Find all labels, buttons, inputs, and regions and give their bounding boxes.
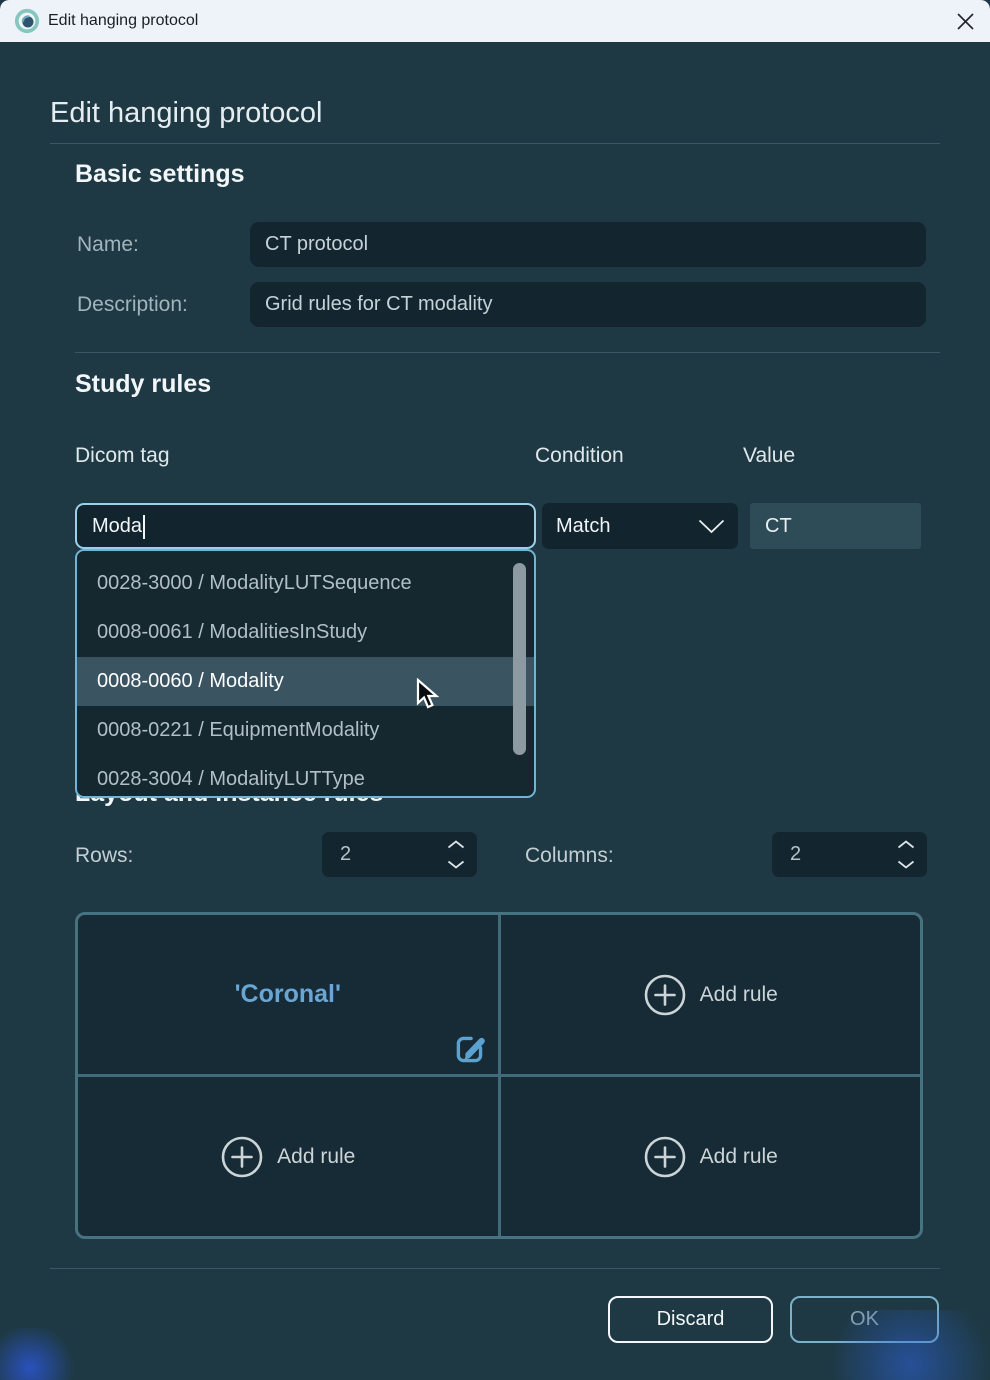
bottom-left-glow <box>0 1328 85 1380</box>
grid-cell-coronal[interactable]: 'Coronal' <box>78 915 498 1074</box>
dicom-tag-input[interactable]: Moda <box>75 503 536 549</box>
close-icon <box>957 13 974 30</box>
dicom-tag-dropdown: 0028-3000 / ModalityLUTSequence 0008-006… <box>75 549 536 798</box>
columns-label: Columns: <box>525 844 614 868</box>
window-title: Edit hanging protocol <box>48 12 198 30</box>
discard-button[interactable]: Discard <box>608 1296 773 1343</box>
divider <box>50 143 940 144</box>
edit-hanging-protocol-dialog: Edit hanging protocol Edit hanging proto… <box>0 0 990 1380</box>
edit-pencil-icon[interactable] <box>451 1030 489 1068</box>
divider <box>75 352 940 353</box>
chevron-up-icon[interactable] <box>447 840 465 849</box>
dropdown-item-modality-lut-sequence[interactable]: 0028-3000 / ModalityLUTSequence <box>77 559 534 608</box>
title-bar: Edit hanging protocol <box>0 0 990 42</box>
dropdown-item-equipment-modality[interactable]: 0008-0221 / EquipmentModality <box>77 706 534 755</box>
condition-select[interactable]: Match <box>542 503 738 549</box>
basic-settings-heading: Basic settings <box>75 160 245 189</box>
name-input[interactable]: CT protocol <box>250 222 926 267</box>
chevron-down-icon[interactable] <box>447 860 465 869</box>
dropdown-item-modalities-in-study[interactable]: 0008-0061 / ModalitiesInStudy <box>77 608 534 657</box>
value-input[interactable]: CT <box>750 503 921 549</box>
dropdown-item-modality-lut-type[interactable]: 0028-3004 / ModalityLUTType <box>77 755 534 798</box>
dropdown-item-modality[interactable]: 0008-0060 / Modality <box>77 657 534 706</box>
dicom-tag-column-header: Dicom tag <box>75 444 170 468</box>
close-button[interactable] <box>948 4 982 38</box>
condition-column-header: Condition <box>535 444 624 468</box>
value-column-header: Value <box>743 444 795 468</box>
add-rule-label: Add rule <box>700 1145 778 1169</box>
name-label: Name: <box>77 233 139 257</box>
page-title: Edit hanging protocol <box>50 97 322 130</box>
add-rule-label: Add rule <box>700 983 778 1007</box>
grid-cell-add-rule-bottom-left[interactable]: Add rule <box>78 1077 498 1236</box>
description-input[interactable]: Grid rules for CT modality <box>250 282 926 327</box>
chevron-up-icon[interactable] <box>897 840 915 849</box>
rows-stepper[interactable]: 2 <box>322 832 477 877</box>
description-label: Description: <box>77 293 188 317</box>
chevron-down-icon <box>698 519 725 534</box>
columns-stepper[interactable]: 2 <box>772 832 927 877</box>
condition-selected-value: Match <box>556 515 610 538</box>
plus-circle-icon <box>643 973 687 1017</box>
plus-circle-icon <box>220 1135 264 1179</box>
dicom-tag-input-text: Moda <box>92 515 142 537</box>
grid-cell-add-rule-bottom-right[interactable]: Add rule <box>501 1077 921 1236</box>
mouse-cursor-icon <box>415 678 439 710</box>
chevron-down-icon[interactable] <box>897 860 915 869</box>
layout-grid: 'Coronal' Add rule Add <box>75 912 923 1239</box>
add-rule-label: Add rule <box>277 1145 355 1169</box>
rows-label: Rows: <box>75 844 133 868</box>
plus-circle-icon <box>643 1135 687 1179</box>
study-rules-heading: Study rules <box>75 370 211 399</box>
grid-cell-add-rule-top-right[interactable]: Add rule <box>501 915 921 1074</box>
ok-button[interactable]: OK <box>790 1296 939 1343</box>
columns-value: 2 <box>790 832 801 877</box>
text-caret <box>143 515 145 539</box>
dropdown-scrollbar-thumb[interactable] <box>513 563 526 755</box>
rows-value: 2 <box>340 832 351 877</box>
coronal-rule-label: 'Coronal' <box>235 980 341 1009</box>
divider <box>50 1268 940 1269</box>
app-logo-icon <box>14 8 40 34</box>
